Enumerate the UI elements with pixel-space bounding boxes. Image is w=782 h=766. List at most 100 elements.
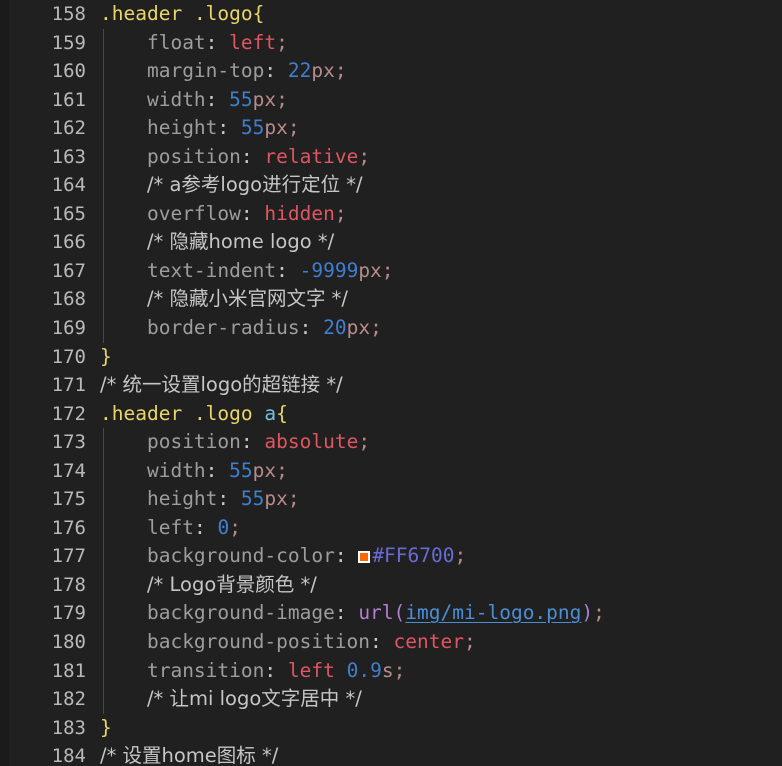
line-number: 158 [51,3,86,25]
line-number: 176 [51,516,86,539]
code-line[interactable]: 168 /* 隐藏小米官网文字 */ [0,285,782,315]
token-unit: px [358,258,382,282]
token-property: height [146,116,218,140]
code-line[interactable]: 166 /* 隐藏home logo */ [0,228,782,257]
token-property: width [146,458,206,482]
code-line[interactable]: 177 background-color: #FF6700; [0,542,782,571]
line-number: 163 [51,145,86,168]
line-content: /* Logo背景颜色 */ [100,571,317,600]
token-value: absolute [264,430,359,454]
line-content: } [100,714,112,743]
line-number: 170 [51,345,86,368]
line-content: /* 隐藏home logo */ [100,228,334,257]
code-lines-container: 158 .header .logo{ 159 float: left; 160 … [0,0,782,766]
token-unit: px [252,458,277,482]
code-line[interactable]: 172 .header .logo a{ [0,400,782,429]
code-line[interactable]: 179 background-image: url(img/mi-logo.pn… [0,599,782,629]
token-property: width [146,87,206,111]
token-comment: /* 隐藏home logo */ [146,230,335,254]
code-line[interactable]: 159 float: left; [0,28,782,58]
code-line[interactable]: 158 .header .logo{ [0,0,782,29]
token-comment: /* Logo背景颜色 */ [146,572,317,596]
token-semicolon: ; [276,30,288,54]
token-property: overflow [146,201,241,225]
code-line[interactable]: 175 height: 55px; [0,485,782,514]
line-number: 162 [51,117,86,140]
code-line[interactable]: 178 /* Logo背景颜色 */ [0,570,782,600]
token-semicolon: ; [334,59,347,83]
line-number: 184 [51,745,86,766]
code-line[interactable]: 165 overflow: hidden; [0,199,782,229]
token-semicolon: ; [370,316,382,340]
token-comment: /* 隐藏小米官网文字 */ [146,287,349,311]
code-line[interactable]: 160 margin-top: 22px; [0,57,782,86]
code-line[interactable]: 176 left: 0; [0,513,782,543]
line-number: 161 [51,88,86,111]
token-property: left [146,515,194,539]
token-colon: : [205,87,218,111]
line-number: 181 [51,659,86,682]
token-semicolon: ; [334,201,347,225]
code-line[interactable]: 183 } [0,714,782,743]
token-semicolon: ; [287,487,300,511]
code-line[interactable]: 173 position: absolute; [0,428,782,457]
token-brace: } [100,344,112,368]
token-colon: : [299,316,312,340]
line-number: 169 [51,317,86,340]
token-element-selector: a [264,401,277,425]
code-line[interactable]: 162 height: 55px; [0,114,782,143]
code-line[interactable]: 181 transition: left 0.9s; [0,656,782,686]
token-colon: : [193,515,206,539]
line-content: width: 55px; [100,457,288,486]
line-content: float: left; [100,29,288,58]
line-content: width: 55px; [100,86,288,115]
code-line[interactable]: 184 /* 设置home图标 */ [0,742,782,766]
token-number: 55 [240,487,265,511]
line-number: 167 [51,259,86,282]
code-line[interactable]: 167 text-indent: -9999px; [0,256,782,286]
token-unit: px [264,487,288,511]
line-number: 164 [51,174,86,197]
code-line[interactable]: 174 width: 55px; [0,456,782,486]
line-content: transition: left 0.9s; [100,657,405,686]
color-swatch-icon[interactable] [358,551,371,564]
line-number: 178 [51,573,86,596]
code-line[interactable]: 170 } [0,343,782,372]
code-line[interactable]: 164 /* a参考logo进行定位 */ [0,171,782,200]
line-number: 173 [51,431,86,454]
line-content: /* 统一设置logo的超链接 */ [100,371,343,400]
token-colon: : [334,544,347,568]
code-line[interactable]: 163 position: relative; [0,142,782,172]
line-number: 183 [51,716,86,739]
line-content: background-color: #FF6700; [100,542,466,571]
token-url-string[interactable]: img/mi-logo.png [405,601,581,624]
token-semicolon: ; [463,630,476,654]
token-semicolon: ; [381,258,394,282]
code-line[interactable]: 161 width: 55px; [0,85,782,115]
line-content: } [100,343,112,372]
token-colon: : [276,258,288,282]
code-line[interactable]: 182 /* 让mi logo文字居中 */ [0,685,782,714]
line-content: left: 0; [100,514,241,543]
code-editor[interactable]: 158 .header .logo{ 159 float: left; 160 … [0,0,782,766]
token-number: 55 [229,458,253,482]
token-selector: .header [100,401,183,425]
line-content: text-indent: -9999px; [100,257,394,286]
line-content: position: absolute; [100,428,370,457]
token-number: -9999 [299,258,359,282]
token-value: left [287,658,335,682]
token-function: url [358,601,394,625]
token-paren-open: ( [393,601,406,625]
token-property: float [146,30,206,54]
line-number: 160 [51,60,86,83]
line-number: 174 [51,459,86,482]
line-content: /* 隐藏小米官网文字 */ [100,285,348,314]
code-line[interactable]: 171 /* 统一设置logo的超链接 */ [0,371,782,400]
code-line[interactable]: 169 border-radius: 20px; [0,314,782,343]
token-unit: px [346,316,371,340]
token-selector: .header [100,2,183,25]
line-content: height: 55px; [100,485,300,514]
code-line[interactable]: 180 background-position: center; [0,628,782,657]
token-brace: { [252,2,265,25]
